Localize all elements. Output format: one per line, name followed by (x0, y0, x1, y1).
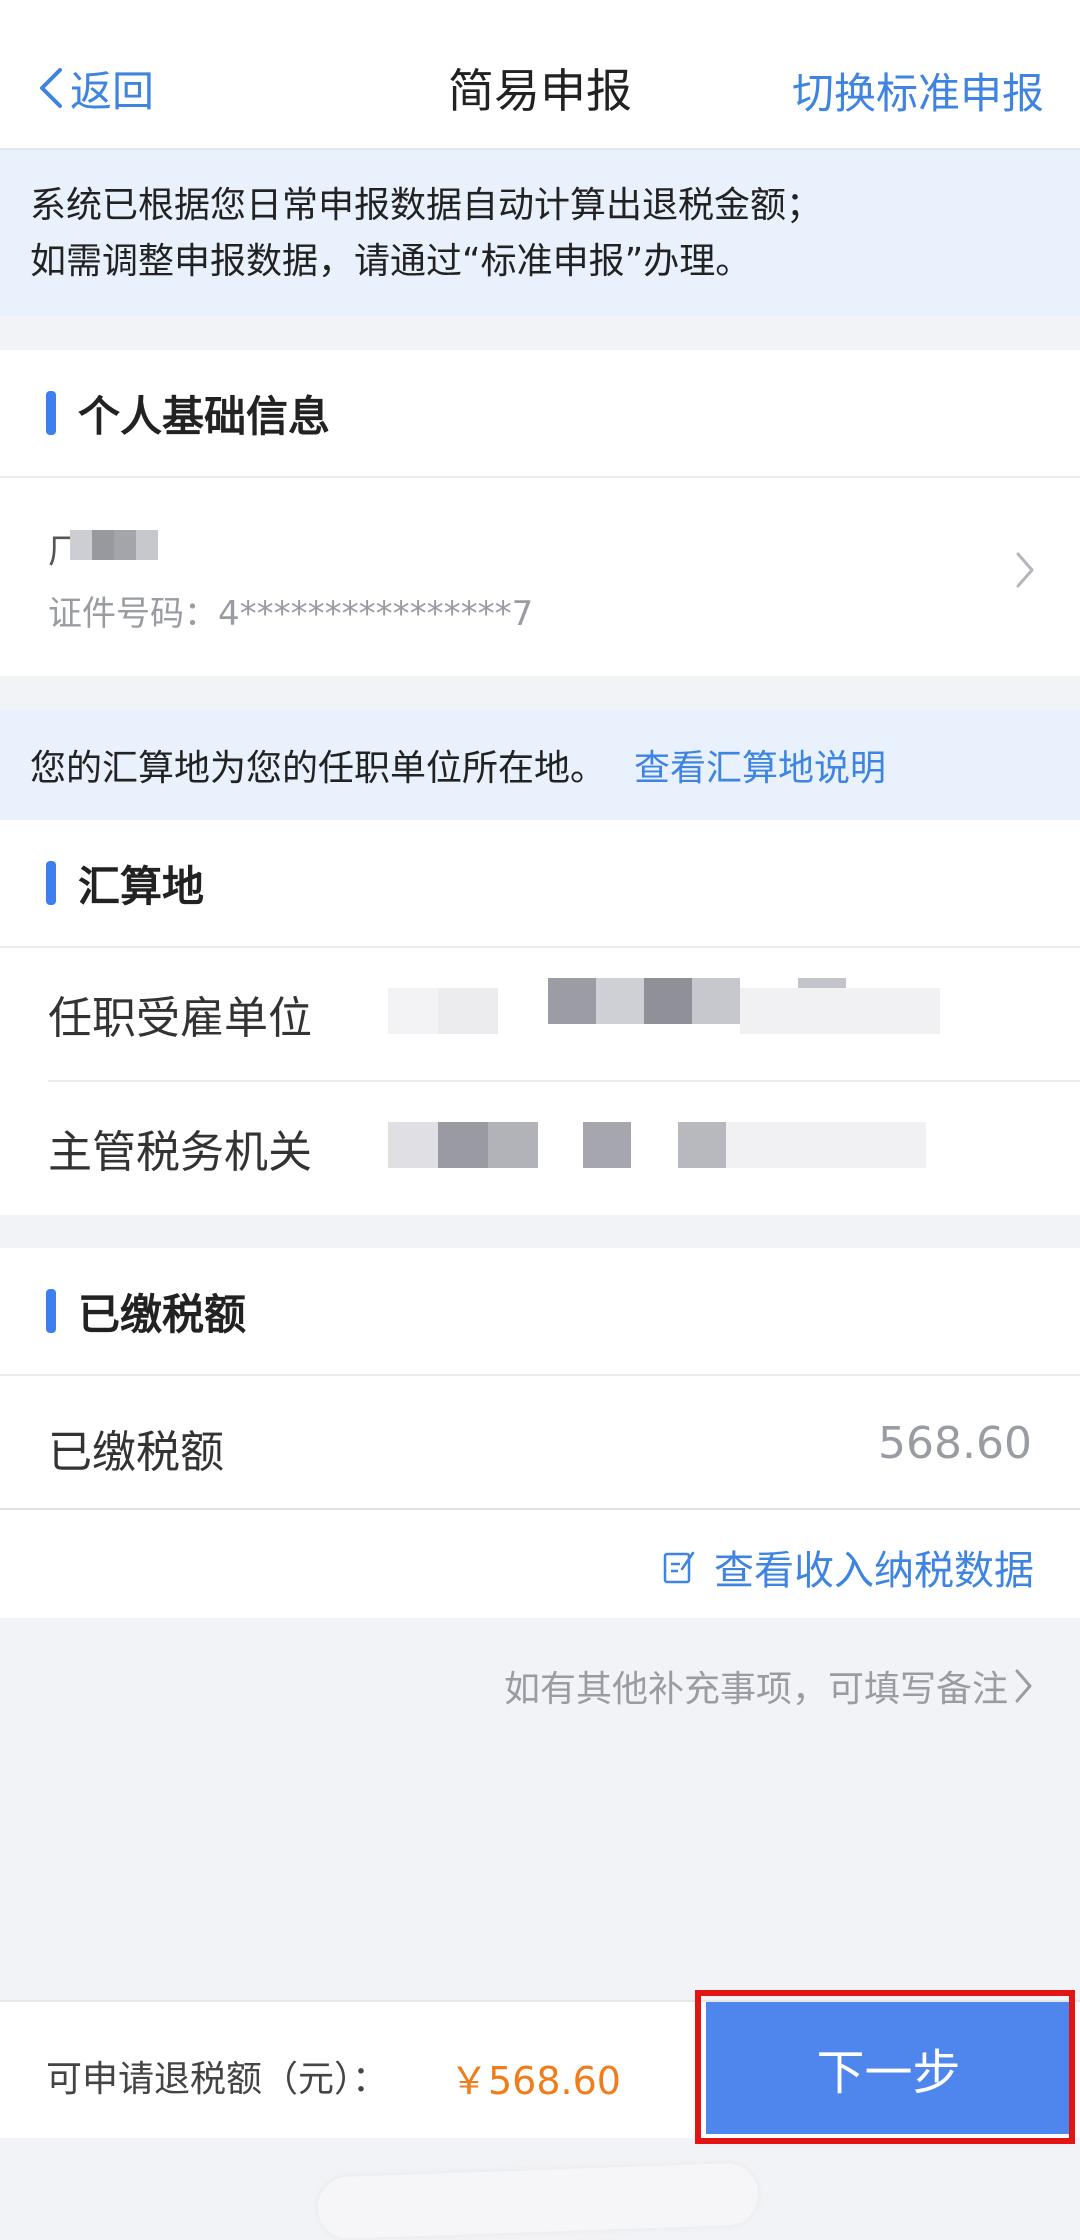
paid-tax-value: 568.60 (878, 1418, 1032, 1469)
home-indicator (317, 2162, 759, 2240)
paid-tax-header: 已缴税额 (0, 1248, 1080, 1376)
section-marker (46, 391, 56, 435)
personal-info-header: 个人基础信息 (0, 350, 1080, 478)
id-number: 证件号码：4****************7 (48, 594, 534, 634)
notice-line-2: 如需调整申报数据，请通过“标准申报”办理。 (30, 241, 752, 282)
paid-tax-card: 已缴税额 已缴税额 568.60 查看收入纳税数据 (0, 1248, 1080, 1618)
back-button[interactable]: 返回 (38, 58, 154, 118)
employer-label: 任职受雇单位 (48, 993, 312, 1044)
settlement-card: 汇算地 任职受雇单位 主管税务机关 (0, 820, 1080, 1215)
notice-banner: 系统已根据您日常申报数据自动计算出退税金额； 如需调整申报数据，请通过“标准申报… (0, 150, 1080, 316)
view-income-tax-data-link[interactable]: 查看收入纳税数据 (662, 1538, 1034, 1596)
tax-office-row: 主管税务机关 (48, 1082, 1080, 1214)
switch-standard-button[interactable]: 切换标准申报 (792, 60, 1044, 121)
settlement-notice-text: 您的汇算地为您的任职单位所在地。 (30, 748, 607, 789)
name-redacted: 厂 (48, 524, 198, 572)
personal-info-card: 个人基础信息 厂 证件号码：4****************7 (0, 350, 1080, 676)
section-title: 汇算地 (78, 861, 205, 911)
view-data-label: 查看收入纳税数据 (714, 1548, 1034, 1594)
tax-office-redacted (388, 1112, 948, 1172)
paid-tax-row: 已缴税额 568.60 (0, 1376, 1080, 1510)
notice-line-1: 系统已根据您日常申报数据自动计算出退税金额； (30, 185, 823, 226)
edit-note-icon (663, 1551, 695, 1584)
section-marker (46, 861, 56, 905)
remark-link[interactable]: 如有其他补充事项，可填写备注 (504, 1660, 1034, 1712)
tax-office-label: 主管税务机关 (48, 1127, 312, 1178)
personal-info-row[interactable]: 厂 证件号码：4****************7 (0, 478, 1080, 676)
settlement-explanation-link[interactable]: 查看汇算地说明 (634, 739, 886, 791)
employer-row: 任职受雇单位 (48, 948, 1080, 1082)
refund-amount: ￥568.60 (450, 2059, 621, 2103)
section-marker (46, 1289, 56, 1333)
chevron-right-icon (1016, 552, 1034, 588)
refund-label: 可申请退税额（元）： (46, 2059, 389, 2100)
next-step-button[interactable]: 下一步 (706, 2002, 1071, 2134)
employer-redacted (388, 978, 948, 1038)
section-title: 已缴税额 (78, 1289, 247, 1339)
settlement-header: 汇算地 (0, 820, 1080, 948)
back-label: 返回 (70, 66, 155, 116)
settlement-notice: 您的汇算地为您的任职单位所在地。 查看汇算地说明 (0, 710, 1080, 820)
chevron-left-icon (40, 68, 62, 108)
remark-label: 如有其他补充事项，可填写备注 (503, 1669, 1008, 1710)
chevron-right-icon (1015, 1669, 1032, 1703)
paid-tax-label: 已缴税额 (48, 1427, 224, 1478)
section-title: 个人基础信息 (78, 391, 331, 441)
